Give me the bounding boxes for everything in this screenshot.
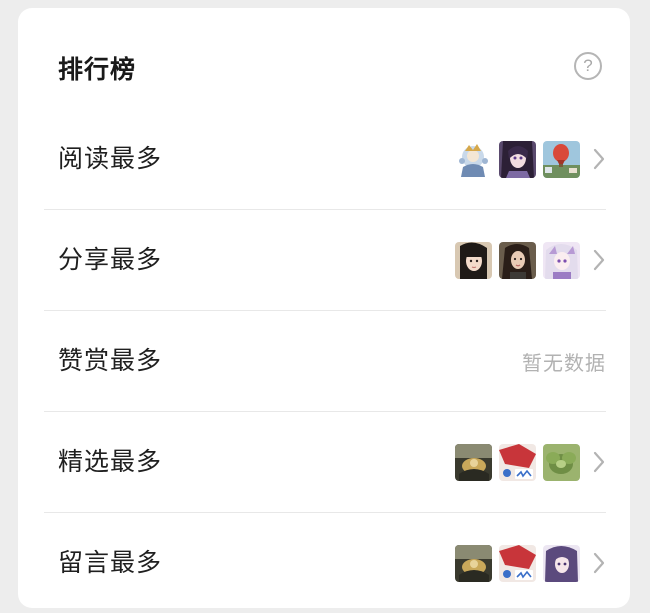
avatar-group: [455, 443, 580, 481]
ranking-list: 阅读最多 分享最多 赞赏最多 暂无数据 精选最多 留言最多: [44, 109, 606, 613]
avatar-group: [455, 241, 580, 279]
row-label: 精选最多: [58, 447, 163, 476]
avatar-group: [455, 140, 580, 178]
ranking-header: 排行榜 ?: [58, 40, 602, 100]
avatar-red-poster: [499, 544, 536, 582]
avatar-dark-landscape: [455, 443, 492, 481]
question-circle-icon[interactable]: ?: [574, 52, 602, 80]
avatar-dark-landscape: [455, 544, 492, 582]
row-right: [455, 513, 606, 613]
avatar-red-poster: [499, 443, 536, 481]
avatar-group: [455, 544, 580, 582]
avatar-anime-white-hair: [543, 241, 580, 279]
avatar-anime-girl-purple: [499, 140, 536, 178]
row-label: 分享最多: [58, 245, 163, 274]
chevron-right-icon: [593, 249, 605, 271]
avatar-anime-purple-hair: [543, 544, 580, 582]
row-right: 暂无数据: [522, 311, 606, 411]
ranking-row-most-featured[interactable]: 精选最多: [44, 412, 606, 513]
avatar-succulent-plant: [543, 443, 580, 481]
chevron-right-icon: [593, 148, 605, 170]
row-right: [455, 210, 606, 310]
row-label: 阅读最多: [58, 144, 163, 173]
avatar-photo-girl: [455, 241, 492, 279]
chevron-right-icon: [593, 552, 605, 574]
row-right: [455, 412, 606, 512]
ranking-row-most-read[interactable]: 阅读最多: [44, 109, 606, 210]
avatar-hot-air-balloon: [543, 140, 580, 178]
row-label: 赞赏最多: [58, 346, 163, 375]
ranking-row-most-comments[interactable]: 留言最多: [44, 513, 606, 613]
ranking-row-most-shared[interactable]: 分享最多: [44, 210, 606, 311]
avatar-photo-woman: [499, 241, 536, 279]
chevron-right-icon: [593, 451, 605, 473]
row-label: 留言最多: [58, 548, 163, 577]
row-right: [455, 109, 606, 209]
page-title: 排行榜: [58, 55, 137, 84]
avatar-illustration-character: [455, 140, 492, 178]
empty-status-text: 暂无数据: [522, 350, 606, 375]
ranking-row-most-tipped[interactable]: 赞赏最多 暂无数据: [44, 311, 606, 412]
ranking-card: 排行榜 ? 阅读最多 分享最多 赞赏最多 暂无数据 精选最多 留言最多: [18, 8, 630, 608]
